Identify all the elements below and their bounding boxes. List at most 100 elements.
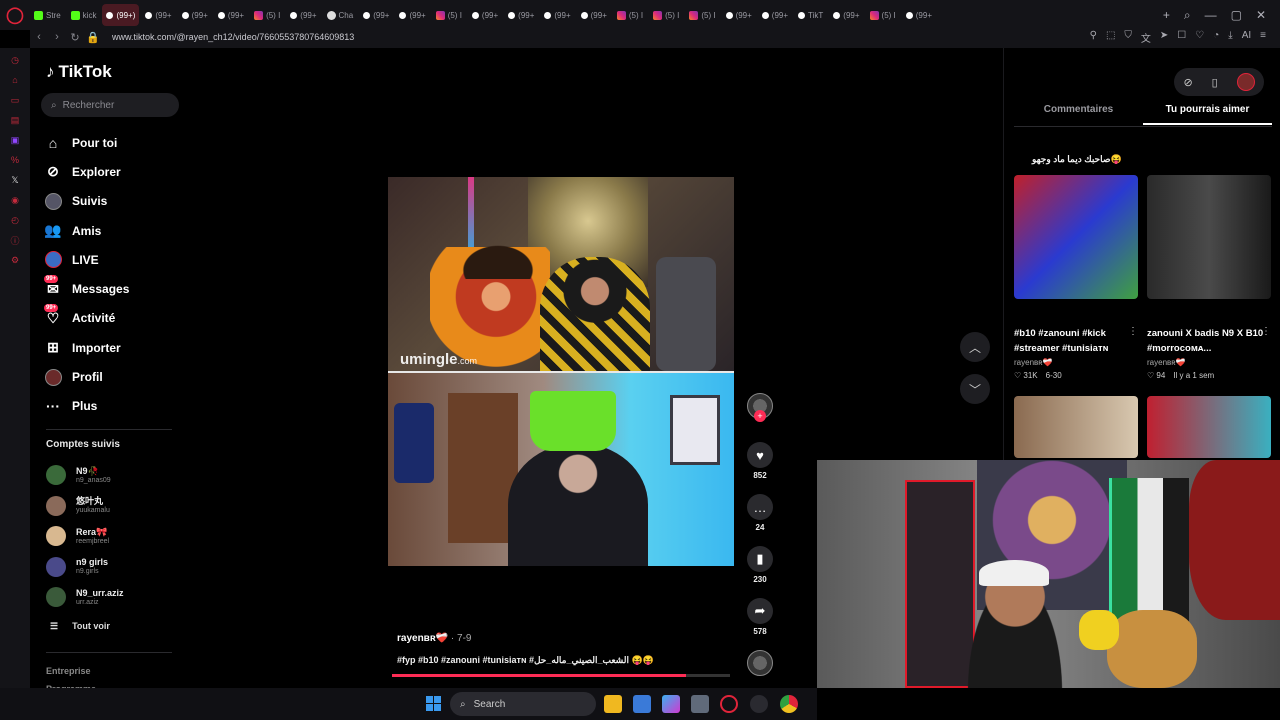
x-icon[interactable]: 𝕏 bbox=[9, 174, 21, 186]
previous-video-button[interactable]: ︿ bbox=[960, 332, 990, 362]
menu-item-activité[interactable]: ♡ 99+ Activité bbox=[44, 304, 129, 333]
menu-item-amis[interactable]: 👥 Amis bbox=[44, 216, 129, 245]
copilot-icon[interactable] bbox=[662, 695, 680, 713]
shopping-icon[interactable]: ⌂ bbox=[9, 74, 21, 86]
clock-icon[interactable]: ◴ bbox=[9, 214, 21, 226]
browser-tab[interactable]: (5) I bbox=[432, 4, 466, 26]
player-icon[interactable]: ◉ bbox=[9, 194, 21, 206]
browser-tab[interactable]: (99+ bbox=[722, 4, 756, 26]
download-icon[interactable]: ⤓ bbox=[1228, 30, 1232, 45]
bookmark-icon[interactable]: ▮ bbox=[747, 546, 773, 572]
creator-avatar-button[interactable]: + bbox=[745, 393, 775, 422]
snapshot-icon[interactable]: ⬚ bbox=[1106, 30, 1115, 45]
share-button[interactable]: ➦ 578 bbox=[745, 598, 775, 636]
back-icon[interactable]: ‹ bbox=[30, 31, 48, 43]
followed-account[interactable]: N9🥀 n9_anas09 bbox=[46, 460, 124, 491]
browser-tab[interactable]: (99+ bbox=[178, 4, 212, 26]
settings-icon[interactable]: ⚙ bbox=[9, 254, 21, 266]
menu-item-pour-toi[interactable]: ⌂ Pour toi bbox=[44, 128, 129, 157]
followed-account[interactable]: N9_urr.aziz urr.aziz bbox=[46, 582, 124, 613]
browser-tab[interactable]: (5) I bbox=[685, 4, 719, 26]
followed-account[interactable]: Rera🎀 reemjbreel bbox=[46, 521, 124, 552]
url-field[interactable]: www.tiktok.com/@rayen_ch12/video/7660553… bbox=[112, 32, 354, 42]
taskbar-search[interactable]: ⌕ Search bbox=[450, 692, 596, 716]
avatar[interactable] bbox=[1236, 73, 1255, 91]
more-options-icon[interactable]: ⋮ bbox=[1261, 326, 1271, 337]
settings-app-icon[interactable] bbox=[750, 695, 768, 713]
browser-tab[interactable]: (99+ bbox=[758, 4, 792, 26]
menu-item-suivis[interactable]: Suivis bbox=[44, 187, 129, 216]
chat-icon[interactable]: ▭ bbox=[9, 94, 21, 106]
browser-tab[interactable]: (99+ bbox=[214, 4, 248, 26]
followed-account[interactable]: n9 girls n9.girls bbox=[46, 552, 124, 583]
more-options-icon[interactable]: ⋮ bbox=[1128, 326, 1138, 337]
browser-tab[interactable]: (99+ bbox=[468, 4, 502, 26]
next-video-button[interactable]: ﹀ bbox=[960, 374, 990, 404]
footer-link-entreprise[interactable]: Entreprise bbox=[46, 662, 96, 680]
store-icon[interactable] bbox=[633, 695, 651, 713]
browser-tab[interactable]: (5) I bbox=[866, 4, 900, 26]
browser-tab[interactable]: (99+ bbox=[286, 4, 320, 26]
shield-icon[interactable]: ⛉ bbox=[1124, 30, 1132, 45]
video-author[interactable]: rayenʙʀ❤️‍🩹 · 7-9 bbox=[397, 633, 471, 644]
maximize-button[interactable]: ▢ bbox=[1231, 8, 1242, 22]
video-thumbnail[interactable] bbox=[1147, 175, 1271, 299]
windows-start-icon[interactable] bbox=[426, 696, 441, 711]
browser-tab[interactable]: Cha bbox=[323, 4, 358, 26]
close-button[interactable]: ✕ bbox=[1256, 8, 1266, 22]
music-disc-icon[interactable] bbox=[747, 650, 773, 676]
suggested-video-card[interactable]: zanouni X badis N9 X B10 #morrocoᴍᴀ... r… bbox=[1147, 175, 1271, 380]
comment-icon[interactable]: … bbox=[747, 494, 773, 520]
browser-tab[interactable]: TikT bbox=[794, 4, 827, 26]
reload-icon[interactable]: ↻ bbox=[66, 31, 84, 44]
ai-button[interactable]: AI bbox=[1242, 30, 1251, 45]
browser-tab[interactable]: (99+ bbox=[504, 4, 538, 26]
phone-icon[interactable]: ▯ bbox=[1212, 76, 1218, 89]
save-button[interactable]: ▮ 230 bbox=[745, 546, 775, 584]
tab-commentaires[interactable]: Commentaires bbox=[1014, 104, 1143, 125]
video-thumbnail[interactable] bbox=[1014, 175, 1138, 299]
menu-item-importer[interactable]: ⊞ Importer bbox=[44, 333, 129, 362]
search-tabs-icon[interactable]: ⌕ bbox=[1184, 8, 1191, 23]
browser-tab[interactable]: (5) I bbox=[613, 4, 647, 26]
chrome-icon[interactable] bbox=[780, 695, 798, 713]
video-thumbnail[interactable] bbox=[1014, 396, 1138, 458]
file-explorer-icon[interactable] bbox=[604, 695, 622, 713]
news-icon[interactable]: ▤ bbox=[9, 114, 21, 126]
card-user[interactable]: rayenʙʀ❤️‍🩹 bbox=[1014, 358, 1138, 367]
browser-tab[interactable]: (99+) bbox=[102, 4, 140, 26]
account-icon[interactable]: ◔ bbox=[1213, 30, 1219, 45]
browser-tab[interactable]: (99+ bbox=[540, 4, 574, 26]
translate-icon[interactable]: 文 bbox=[1141, 30, 1151, 45]
followed-account[interactable]: 悠叶丸 yuukamalu bbox=[46, 491, 124, 522]
new-tab-button[interactable]: + bbox=[1163, 8, 1170, 22]
suggested-video-card[interactable]: #b10 #zanouni #kick #streamer #tunisiaᴛɴ… bbox=[1014, 175, 1138, 380]
forward-icon[interactable]: › bbox=[48, 31, 66, 43]
send-icon[interactable]: ➤ bbox=[1160, 30, 1168, 45]
card-user[interactable]: rayenʙʀ❤️‍🩹 bbox=[1147, 358, 1271, 367]
share-icon[interactable]: ➦ bbox=[747, 598, 773, 624]
menu-icon[interactable]: ≡ bbox=[1260, 30, 1266, 45]
heart-icon[interactable]: ♡ bbox=[1195, 30, 1204, 45]
comment-button[interactable]: … 24 bbox=[745, 494, 775, 532]
menu-item-plus[interactable]: ··· Plus bbox=[44, 392, 129, 421]
browser-tab[interactable]: kick bbox=[67, 4, 101, 26]
bookmark-icon[interactable]: ☐ bbox=[1177, 30, 1186, 45]
browser-tab[interactable]: (99+ bbox=[359, 4, 393, 26]
video-progress-bar[interactable] bbox=[392, 674, 730, 677]
info-icon[interactable]: ⓘ bbox=[9, 234, 21, 246]
menu-item-messages[interactable]: ✉ 99+ Messages bbox=[44, 274, 129, 303]
opera-icon[interactable] bbox=[720, 695, 738, 713]
browser-tab[interactable]: (99+ bbox=[829, 4, 863, 26]
browser-tab[interactable]: (99+ bbox=[902, 4, 936, 26]
history-icon[interactable]: ◷ bbox=[9, 54, 21, 66]
compass-icon[interactable]: ⊘ bbox=[1183, 76, 1192, 89]
browser-tab[interactable]: (99+ bbox=[577, 4, 611, 26]
twitch-icon[interactable]: ▣ bbox=[9, 134, 21, 146]
video-thumbnail[interactable] bbox=[1147, 396, 1271, 458]
card-title[interactable]: zanouni X badis N9 X B10 #morrocoᴍᴀ... bbox=[1147, 326, 1271, 356]
minimize-button[interactable]: — bbox=[1205, 8, 1217, 22]
browser-tab[interactable]: (99+ bbox=[395, 4, 429, 26]
video-player[interactable]: umingle.com bbox=[388, 177, 734, 566]
menu-item-live[interactable]: LIVE bbox=[44, 245, 129, 274]
